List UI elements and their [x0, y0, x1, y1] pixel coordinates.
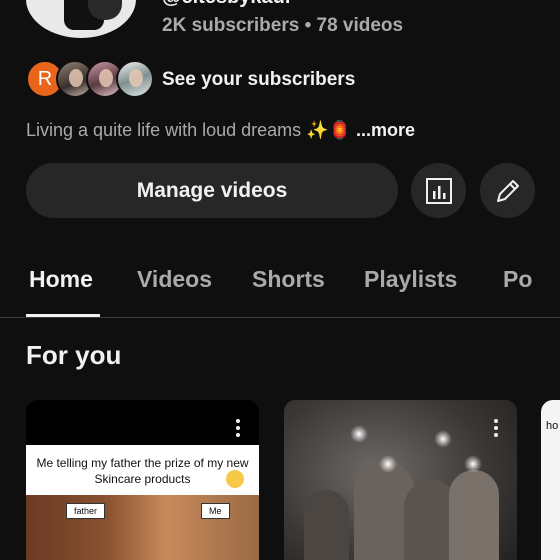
tab-posts[interactable]: Po — [503, 266, 532, 293]
short-card[interactable] — [284, 400, 517, 560]
edit-button[interactable] — [480, 163, 535, 218]
channel-stats: 2K subscribers • 78 videos — [162, 15, 404, 36]
bio-more-link[interactable]: ...more — [356, 120, 415, 140]
section-title: For you — [26, 340, 122, 370]
tab-shorts[interactable]: Shorts — [252, 266, 325, 293]
tab-videos[interactable]: Videos — [137, 266, 212, 293]
channel-handle: @citesbykaur — [162, 0, 293, 9]
short-card[interactable]: Me telling my father the prize of my new… — [26, 400, 259, 560]
kebab-menu-icon[interactable] — [226, 416, 250, 440]
kebab-menu-icon[interactable] — [484, 416, 508, 440]
bio-text: Living a quite life with loud dreams ✨🏮 — [26, 120, 351, 140]
channel-avatar[interactable] — [26, 0, 136, 38]
tab-playlists[interactable]: Playlists — [364, 266, 457, 293]
see-subscribers-link[interactable]: See your subscribers — [162, 69, 355, 91]
card-caption: Me telling my father the prize of my new… — [26, 445, 259, 495]
manage-videos-button[interactable]: Manage videos — [26, 163, 398, 218]
tab-home[interactable]: Home — [29, 266, 93, 293]
analytics-button[interactable] — [411, 163, 466, 218]
see-subscribers-row[interactable]: R See your subscribers — [26, 60, 546, 100]
analytics-icon — [425, 177, 452, 204]
edit-pencil-icon — [496, 179, 519, 202]
meme-label: father — [66, 503, 106, 519]
card-thumbnail — [284, 400, 517, 560]
emoji-icon — [226, 470, 244, 488]
short-card[interactable]: ho — [541, 400, 560, 560]
channel-tabs: Home Videos Shorts Playlists Po — [0, 258, 560, 318]
channel-bio[interactable]: Living a quite life with loud dreams ✨🏮 … — [26, 120, 415, 141]
card-caption: ho — [546, 420, 559, 432]
meme-label: Me — [201, 503, 230, 519]
active-tab-indicator — [26, 314, 100, 317]
subscriber-avatar — [116, 60, 154, 98]
